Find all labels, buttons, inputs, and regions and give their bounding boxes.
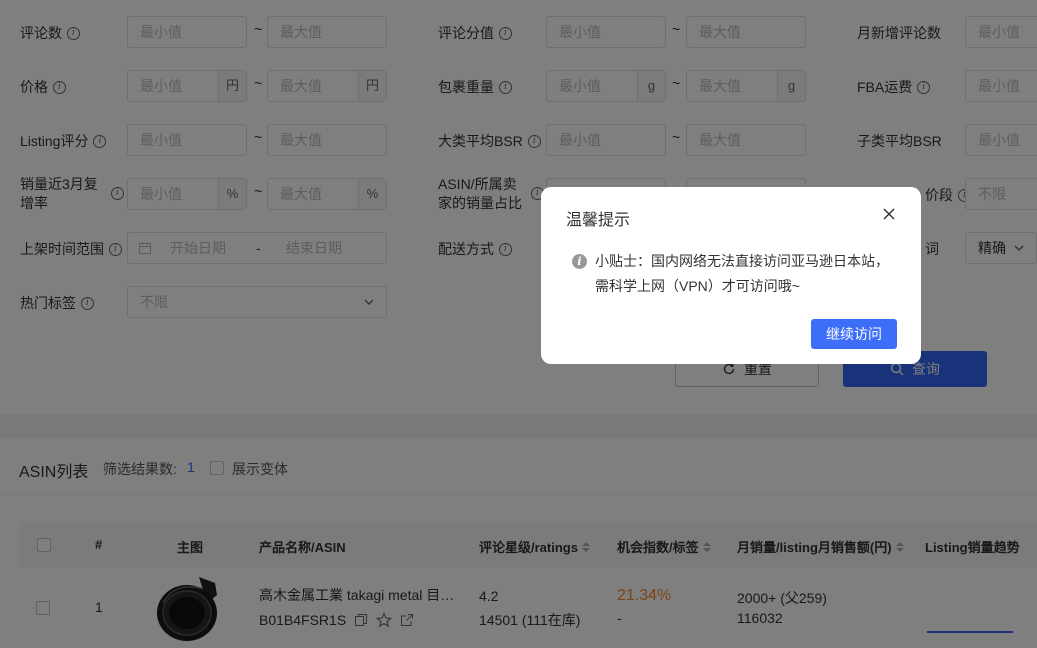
continue-button[interactable]: 继续访问 — [811, 319, 897, 349]
dialog-title: 温馨提示 — [566, 212, 631, 229]
dialog-message-line1: 小贴士：国内网络无法直接访问亚马逊日本站， — [595, 253, 889, 269]
tip-dialog: 温馨提示 i 小贴士：国内网络无法直接访问亚马逊日本站， 需科学上网（VPN）才… — [541, 187, 921, 364]
info-icon: i — [572, 254, 587, 269]
close-icon[interactable] — [881, 206, 897, 222]
dialog-message-line2: 需科学上网（VPN）才可访问哦~ — [595, 278, 800, 294]
